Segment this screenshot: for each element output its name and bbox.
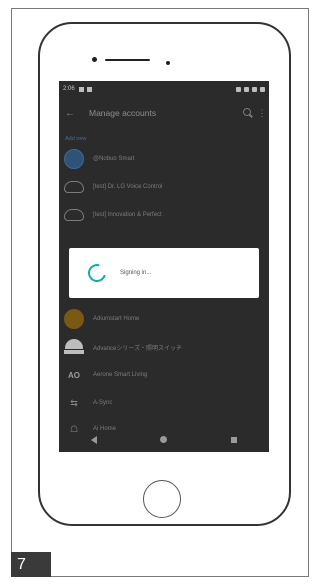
battery-icon [260,86,265,92]
back-arrow-icon[interactable]: ← [59,108,81,119]
list-item-label: [test] Innovation & Perfect [93,212,162,218]
nav-home-icon[interactable] [160,436,168,443]
cloud-icon [63,204,85,226]
avatar-icon [63,148,85,170]
list-item-label: Advanceシリーズ・照明スイッチ [93,345,183,352]
status-time: 2:06 [63,86,75,92]
android-nav-bar [59,427,269,452]
helmet-icon [63,336,85,358]
page-title: Manage accounts [89,108,157,118]
list-item-label: [test] Dr. LG Voice Control [93,184,163,190]
cloud-icon [63,176,85,198]
brand-logo-icon: ⇆ [70,397,78,408]
signing-in-dialog: Signing in... [69,248,259,298]
list-item-label: A-Sync [93,400,113,406]
sensor-icon [92,57,97,62]
nav-back-icon[interactable] [90,435,97,444]
more-options-icon[interactable]: ⋮ [255,108,269,119]
list-item[interactable]: @Nobuo Smart [59,145,269,173]
loading-spinner-icon [84,260,110,286]
notification-icon [86,86,92,92]
list-item[interactable]: Adiumstart Home [59,305,269,333]
speaker-grille [105,59,150,61]
bluetooth-icon [236,86,241,92]
notification-icon [78,86,84,92]
step-number: 7 [11,552,51,577]
status-icons [236,86,265,92]
home-button[interactable] [143,480,181,518]
list-item-label: Aerone Smart Living [93,372,148,378]
list-item-label: @Nobuo Smart [93,156,135,162]
wifi-icon [244,86,249,92]
app-bar: ← Manage accounts ⋮ [59,97,269,129]
camera-icon [166,61,170,65]
brand-logo-icon: AO [68,370,80,380]
list-item[interactable]: [test] Innovation & Perfect [59,201,269,229]
status-bar: 2:06 [59,81,269,97]
list-item[interactable]: Advanceシリーズ・照明スイッチ [59,333,269,361]
list-item[interactable]: AO Aerone Smart Living [59,361,269,389]
avatar-icon [63,308,85,330]
signal-icon [252,86,257,92]
dialog-message: Signing in... [120,270,152,276]
search-icon[interactable] [241,106,255,120]
nav-recents-icon[interactable] [231,436,238,443]
list-item[interactable]: [test] Dr. LG Voice Control [59,173,269,201]
phone-screen: 2:06 ← Manage accounts ⋮ Add new @Nobuo … [59,81,269,452]
list-item[interactable]: ⇆ A-Sync [59,389,269,417]
add-new-link[interactable]: Add new [65,136,86,142]
list-item-label: Adiumstart Home [93,316,140,322]
